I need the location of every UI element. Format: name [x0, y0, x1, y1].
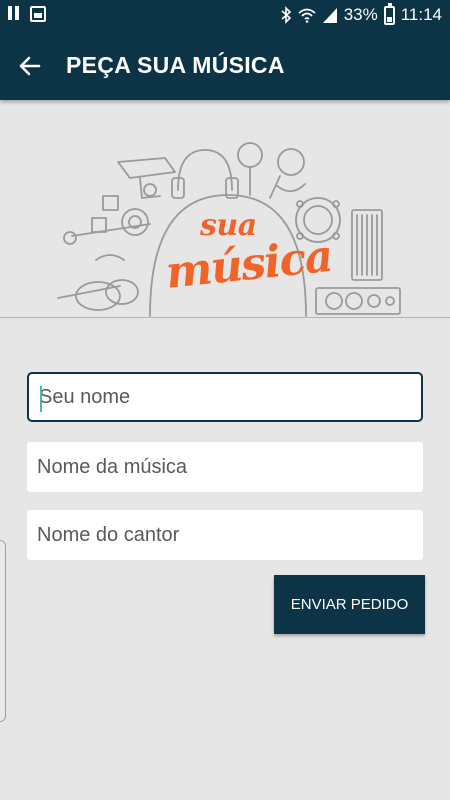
name-field[interactable]: [27, 372, 423, 422]
app-bar: PEÇA SUA MÚSICA: [0, 30, 450, 100]
wifi-icon: [298, 8, 316, 23]
singer-field[interactable]: [27, 510, 423, 560]
hero-illustration: sua música: [0, 100, 450, 320]
hero-divider: [0, 317, 450, 318]
battery-icon: [383, 2, 395, 25]
page-title: PEÇA SUA MÚSICA: [66, 52, 285, 78]
song-input[interactable]: [27, 442, 423, 492]
gallery-icon: [30, 6, 46, 22]
text-cursor: [40, 386, 42, 412]
arrow-back-icon: [19, 56, 41, 76]
song-field[interactable]: [27, 442, 423, 492]
status-bar: 33% 11:14: [0, 0, 450, 30]
logo-text-sua: sua: [200, 208, 257, 243]
battery-percent: 33%: [343, 5, 378, 24]
clock: 11:14: [400, 5, 442, 24]
singer-input[interactable]: [27, 510, 423, 560]
back-button[interactable]: [14, 50, 46, 82]
side-panel-edge[interactable]: [0, 540, 6, 722]
pause-icon: [8, 6, 22, 22]
signal-icon: [322, 8, 337, 23]
bluetooth-icon: [281, 6, 291, 24]
submit-request-button[interactable]: ENVIAR PEDIDO: [274, 575, 425, 634]
name-input[interactable]: [29, 374, 421, 420]
